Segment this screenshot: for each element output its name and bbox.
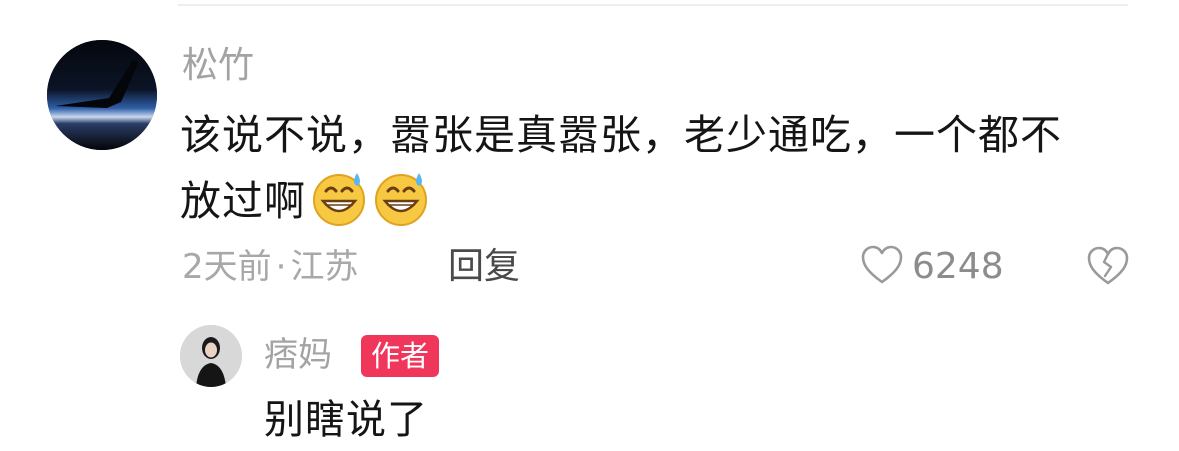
comment-username[interactable]: 松竹	[182, 44, 254, 88]
meta-separator: ·	[275, 247, 287, 287]
grinning-sweat-emoji-icon	[310, 169, 368, 227]
comment-text: 该说不说，嚣张是真嚣张，老少通吃，一个都不放过啊	[180, 102, 1100, 234]
like-button[interactable]: 6248	[860, 244, 1004, 290]
avatar[interactable]	[47, 40, 157, 150]
broken-heart-icon	[1086, 246, 1130, 291]
dislike-button[interactable]	[1086, 245, 1130, 289]
comment-meta: 2天前 · 江苏	[182, 244, 358, 290]
heart-outline-icon	[860, 245, 904, 289]
reply-username[interactable]: 痞妈	[264, 333, 332, 377]
like-count: 6248	[912, 246, 1004, 287]
grinning-sweat-emoji-icon	[372, 169, 430, 227]
comment-location: 江苏	[290, 247, 359, 287]
top-divider	[178, 4, 1128, 6]
reply-avatar[interactable]	[180, 325, 242, 387]
reply-button[interactable]: 回复	[448, 244, 520, 290]
comment-time: 2天前	[182, 247, 272, 287]
author-badge: 作者	[361, 335, 440, 377]
reply-text: 别瞎说了	[264, 397, 428, 443]
